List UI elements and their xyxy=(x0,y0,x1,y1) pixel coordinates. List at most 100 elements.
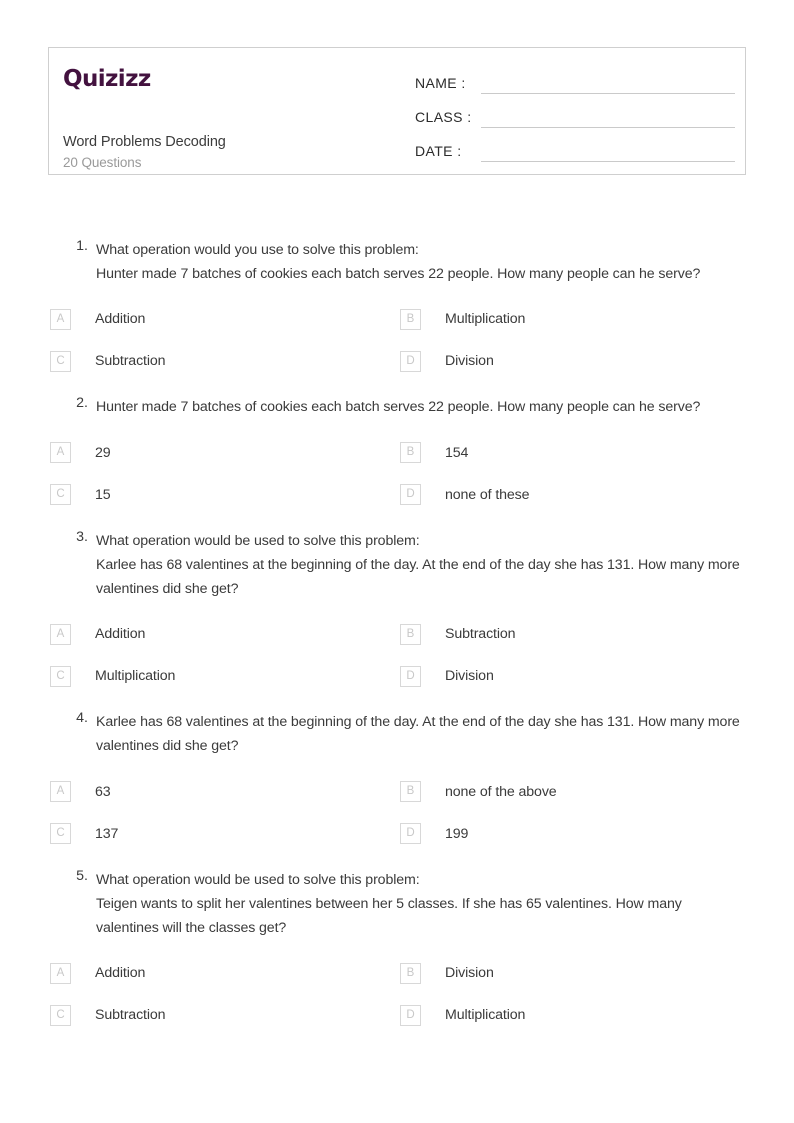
name-field-label: NAME : xyxy=(415,75,466,91)
answer-option[interactable]: B Subtraction xyxy=(400,613,750,655)
option-letter-d: D xyxy=(400,665,421,687)
answer-option[interactable]: B none of the above xyxy=(400,771,750,813)
question-count-label: 20 Questions xyxy=(63,155,142,170)
option-text: none of these xyxy=(445,486,530,503)
option-letter-b: B xyxy=(400,962,421,984)
option-letter-a: A xyxy=(50,962,71,984)
option-letter-b: B xyxy=(400,308,421,330)
option-letter-c: C xyxy=(50,665,71,687)
answer-option[interactable]: A Addition xyxy=(50,952,400,994)
answer-options: A 29 B 154 C 15 D none of these xyxy=(50,432,746,516)
question-block: 5. What operation would be used to solve… xyxy=(0,868,794,1037)
option-text: 199 xyxy=(445,825,469,842)
question-text: What operation would be used to solve th… xyxy=(96,532,740,598)
option-text: Addition xyxy=(95,965,146,982)
question-block: 1. What operation would you use to solve… xyxy=(0,238,794,382)
option-letter-c: C xyxy=(50,1004,71,1026)
quizizz-logo: Quizizz xyxy=(63,66,151,92)
questions-list: 1. What operation would you use to solve… xyxy=(0,238,794,1045)
option-text: 63 xyxy=(95,783,111,800)
question-block: 3. What operation would be used to solve… xyxy=(0,529,794,698)
question-number: 4. xyxy=(76,710,88,727)
option-letter-b: B xyxy=(400,623,421,645)
question-block: 2. Hunter made 7 batches of cookies each… xyxy=(0,395,794,515)
name-input-line[interactable] xyxy=(481,71,735,94)
question-heading: 5. What operation would be used to solve… xyxy=(62,868,746,941)
answer-option[interactable]: C Subtraction xyxy=(50,340,400,382)
date-field-row: DATE : xyxy=(415,128,735,162)
answer-option[interactable]: D Division xyxy=(400,655,750,697)
student-info-fields: NAME : CLASS : DATE : xyxy=(415,60,735,162)
class-field-label: CLASS : xyxy=(415,109,472,125)
question-text: What operation would be used to solve th… xyxy=(96,871,682,937)
question-heading: 3. What operation would be used to solve… xyxy=(62,529,746,602)
answer-option[interactable]: C 15 xyxy=(50,474,400,516)
answer-options: A 63 B none of the above C 137 D 199 xyxy=(50,771,746,855)
date-input-line[interactable] xyxy=(481,139,735,162)
question-number: 2. xyxy=(76,395,88,412)
option-letter-a: A xyxy=(50,781,71,803)
option-letter-a: A xyxy=(50,308,71,330)
option-text: 29 xyxy=(95,444,111,461)
option-letter-a: A xyxy=(50,442,71,464)
date-field-label: DATE : xyxy=(415,143,462,159)
question-heading: 1. What operation would you use to solve… xyxy=(62,238,746,286)
answer-option[interactable]: C Subtraction xyxy=(50,994,400,1036)
name-field-row: NAME : xyxy=(415,60,735,94)
question-number: 5. xyxy=(76,867,88,884)
option-letter-d: D xyxy=(400,823,421,845)
question-number: 3. xyxy=(76,528,88,545)
answer-options: A Addition B Multiplication C Subtractio… xyxy=(50,298,746,382)
answer-option[interactable]: D none of these xyxy=(400,474,750,516)
option-text: Addition xyxy=(95,311,146,328)
answer-option[interactable]: C Multiplication xyxy=(50,655,400,697)
question-text: Hunter made 7 batches of cookies each ba… xyxy=(96,399,701,416)
question-block: 4. Karlee has 68 valentines at the begin… xyxy=(0,710,794,854)
option-letter-c: C xyxy=(50,823,71,845)
question-heading: 4. Karlee has 68 valentines at the begin… xyxy=(62,710,746,758)
option-letter-d: D xyxy=(400,1004,421,1026)
option-text: none of the above xyxy=(445,783,557,800)
answer-option[interactable]: D Multiplication xyxy=(400,994,750,1036)
answer-option[interactable]: A Addition xyxy=(50,298,400,340)
option-text: Subtraction xyxy=(95,1007,166,1024)
option-letter-b: B xyxy=(400,442,421,464)
option-text: Multiplication xyxy=(95,668,176,685)
option-text: 15 xyxy=(95,486,111,503)
answer-option[interactable]: B Division xyxy=(400,952,750,994)
option-letter-a: A xyxy=(50,623,71,645)
option-text: Division xyxy=(445,668,494,685)
answer-option[interactable]: A Addition xyxy=(50,613,400,655)
option-text: Addition xyxy=(95,626,146,643)
answer-option[interactable]: B Multiplication xyxy=(400,298,750,340)
option-letter-c: C xyxy=(50,484,71,506)
option-text: Multiplication xyxy=(445,311,526,328)
answer-option[interactable]: C 137 xyxy=(50,813,400,855)
page-title: Word Problems Decoding xyxy=(63,134,226,150)
worksheet-header-card: Quizizz Word Problems Decoding 20 Questi… xyxy=(48,47,746,175)
question-text: Karlee has 68 valentines at the beginnin… xyxy=(96,714,740,755)
option-text: Division xyxy=(445,965,494,982)
option-letter-d: D xyxy=(400,350,421,372)
worksheet-page: Quizizz Word Problems Decoding 20 Questi… xyxy=(0,0,794,1123)
question-heading: 2. Hunter made 7 batches of cookies each… xyxy=(62,395,746,419)
class-input-line[interactable] xyxy=(481,105,735,128)
answer-option[interactable]: A 63 xyxy=(50,771,400,813)
header-left-section: Quizizz Word Problems Decoding 20 Questi… xyxy=(61,56,406,171)
option-text: Subtraction xyxy=(95,353,166,370)
answer-options: A Addition B Subtraction C Multiplicatio… xyxy=(50,613,746,697)
answer-option[interactable]: D 199 xyxy=(400,813,750,855)
answer-options: A Addition B Division C Subtraction D Mu… xyxy=(50,952,746,1036)
option-letter-d: D xyxy=(400,484,421,506)
answer-option[interactable]: A 29 xyxy=(50,432,400,474)
option-text: Subtraction xyxy=(445,626,516,643)
option-text: 154 xyxy=(445,444,469,461)
option-text: Division xyxy=(445,353,494,370)
option-letter-b: B xyxy=(400,781,421,803)
option-letter-c: C xyxy=(50,350,71,372)
answer-option[interactable]: D Division xyxy=(400,340,750,382)
question-number: 1. xyxy=(76,238,88,254)
question-text: What operation would you use to solve th… xyxy=(96,242,701,283)
answer-option[interactable]: B 154 xyxy=(400,432,750,474)
option-text: 137 xyxy=(95,825,119,842)
